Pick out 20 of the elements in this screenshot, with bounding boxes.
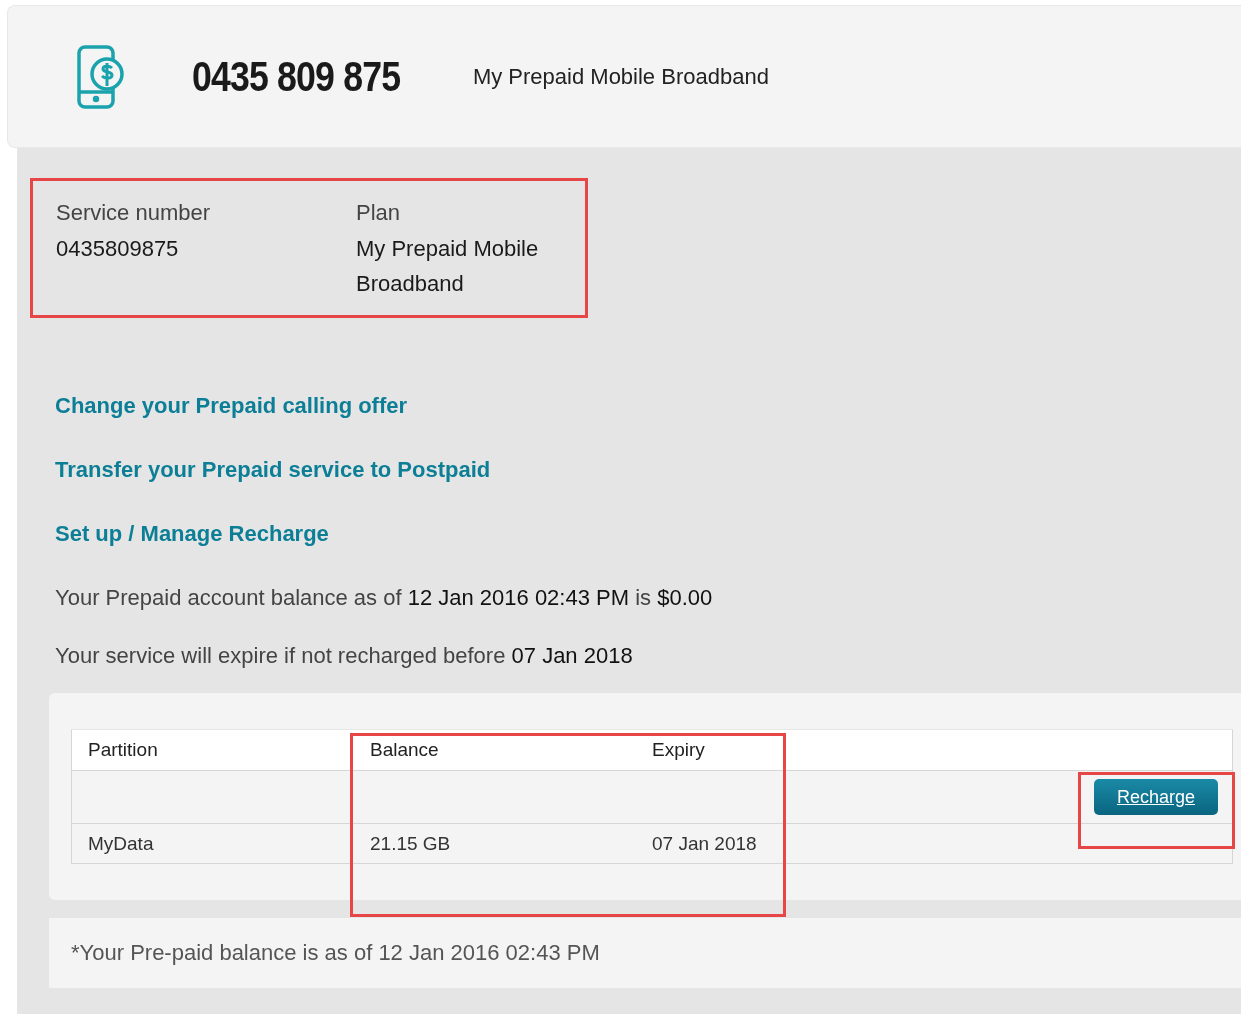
info-label: Plan <box>356 199 402 227</box>
info-value: My Prepaid Mobile Broadband <box>356 235 540 298</box>
phone-number: 0435 809 875 <box>192 52 401 101</box>
table-cell-text: 07 Jan 2018 <box>651 831 758 856</box>
column-header: Expiry <box>636 730 786 771</box>
action-link[interactable]: Set up / Manage Recharge <box>55 521 329 547</box>
balance-text: Your Prepaid account balance as of 12 Jan 2016 02:43 PM is $0.00 <box>54 585 714 611</box>
recharge-button[interactable]: Recharge <box>1094 779 1218 815</box>
phone-dollar-icon <box>76 43 126 110</box>
info-label: Service number <box>56 199 212 227</box>
expiry-text: Your service will expire if not recharged before 07 Jan 2018 <box>54 643 634 669</box>
info-value: 0435809875 <box>56 235 180 263</box>
action-link[interactable]: Change your Prepaid calling offer <box>55 393 408 419</box>
plan-name: My Prepaid Mobile Broadband <box>472 63 769 90</box>
footnote-text: *Your Pre-paid balance is as of 12 Jan 2016 02:43 PM <box>49 918 1241 988</box>
column-header: Partition <box>72 730 354 771</box>
action-link[interactable]: Transfer your Prepaid service to Postpaid <box>55 457 491 483</box>
table-cell-text: MyData <box>87 831 155 856</box>
column-header: Balance <box>354 730 636 771</box>
table-cell-text: 21.15 GB <box>369 831 452 856</box>
